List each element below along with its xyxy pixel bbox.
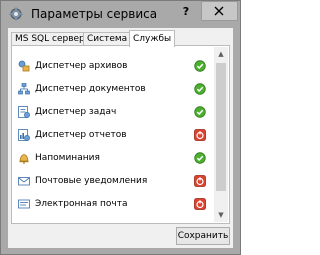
service-settings-dialog: Параметры сервиса ? MS SQL сервер Систем… <box>0 0 241 255</box>
service-label: Диспетчер отчетов <box>35 130 127 140</box>
close-icon <box>214 6 224 16</box>
tab-ms-sql-server[interactable]: MS SQL сервер <box>11 32 89 46</box>
mail-notification-icon <box>18 177 30 186</box>
services-list: Диспетчер архивов Диспетчер документов Д… <box>11 45 230 224</box>
close-button[interactable] <box>201 1 238 21</box>
service-row-task-dispatcher[interactable]: Диспетчер задач <box>12 104 212 122</box>
service-row-reminders[interactable]: Напоминания <box>12 150 212 168</box>
tab-services[interactable]: Службы <box>129 30 176 47</box>
report-dispatcher-icon <box>18 129 30 141</box>
status-on-icon[interactable] <box>194 152 206 164</box>
archive-dispatcher-icon <box>18 60 30 72</box>
service-label: Диспетчер архивов <box>35 61 128 71</box>
status-off-icon[interactable] <box>194 129 206 141</box>
vertical-scrollbar[interactable]: ▲ ▼ <box>214 47 228 222</box>
service-row-report-dispatcher[interactable]: Диспетчер отчетов <box>12 127 212 145</box>
service-label: Напоминания <box>35 153 100 163</box>
service-label: Диспетчер задач <box>35 107 117 117</box>
help-button[interactable]: ? <box>172 2 200 22</box>
service-row-document-dispatcher[interactable]: Диспетчер документов <box>12 81 212 99</box>
service-label: Диспетчер документов <box>35 84 146 94</box>
email-icon <box>18 199 30 209</box>
service-label: Электронная почта <box>35 199 128 209</box>
status-on-icon[interactable] <box>194 83 206 95</box>
service-row-email[interactable]: Электронная почта <box>12 196 212 214</box>
bell-icon <box>19 154 29 164</box>
window-title: Параметры сервиса <box>31 7 158 21</box>
service-row-archive-dispatcher[interactable]: Диспетчер архивов <box>12 58 212 76</box>
scroll-down-arrow-icon[interactable]: ▼ <box>214 208 228 222</box>
scroll-thumb[interactable] <box>216 63 226 191</box>
service-label: Почтовые уведомления <box>35 176 148 186</box>
status-on-icon[interactable] <box>194 60 206 72</box>
scroll-up-arrow-icon[interactable]: ▲ <box>214 47 228 61</box>
status-on-icon[interactable] <box>194 106 206 118</box>
task-dispatcher-icon <box>18 106 30 118</box>
settings-gear-icon <box>9 7 23 21</box>
service-row-mail-notifications[interactable]: Почтовые уведомления <box>12 173 212 191</box>
document-dispatcher-icon <box>18 83 30 95</box>
status-off-icon[interactable] <box>194 175 206 187</box>
save-button[interactable]: Сохранить <box>176 227 230 245</box>
tab-system[interactable]: Система <box>83 32 132 46</box>
dialog-body: MS SQL сервер Система Службы Диспетчер а… <box>8 28 233 248</box>
title-bar[interactable]: Параметры сервиса ? <box>1 1 240 28</box>
status-off-icon[interactable] <box>194 198 206 210</box>
